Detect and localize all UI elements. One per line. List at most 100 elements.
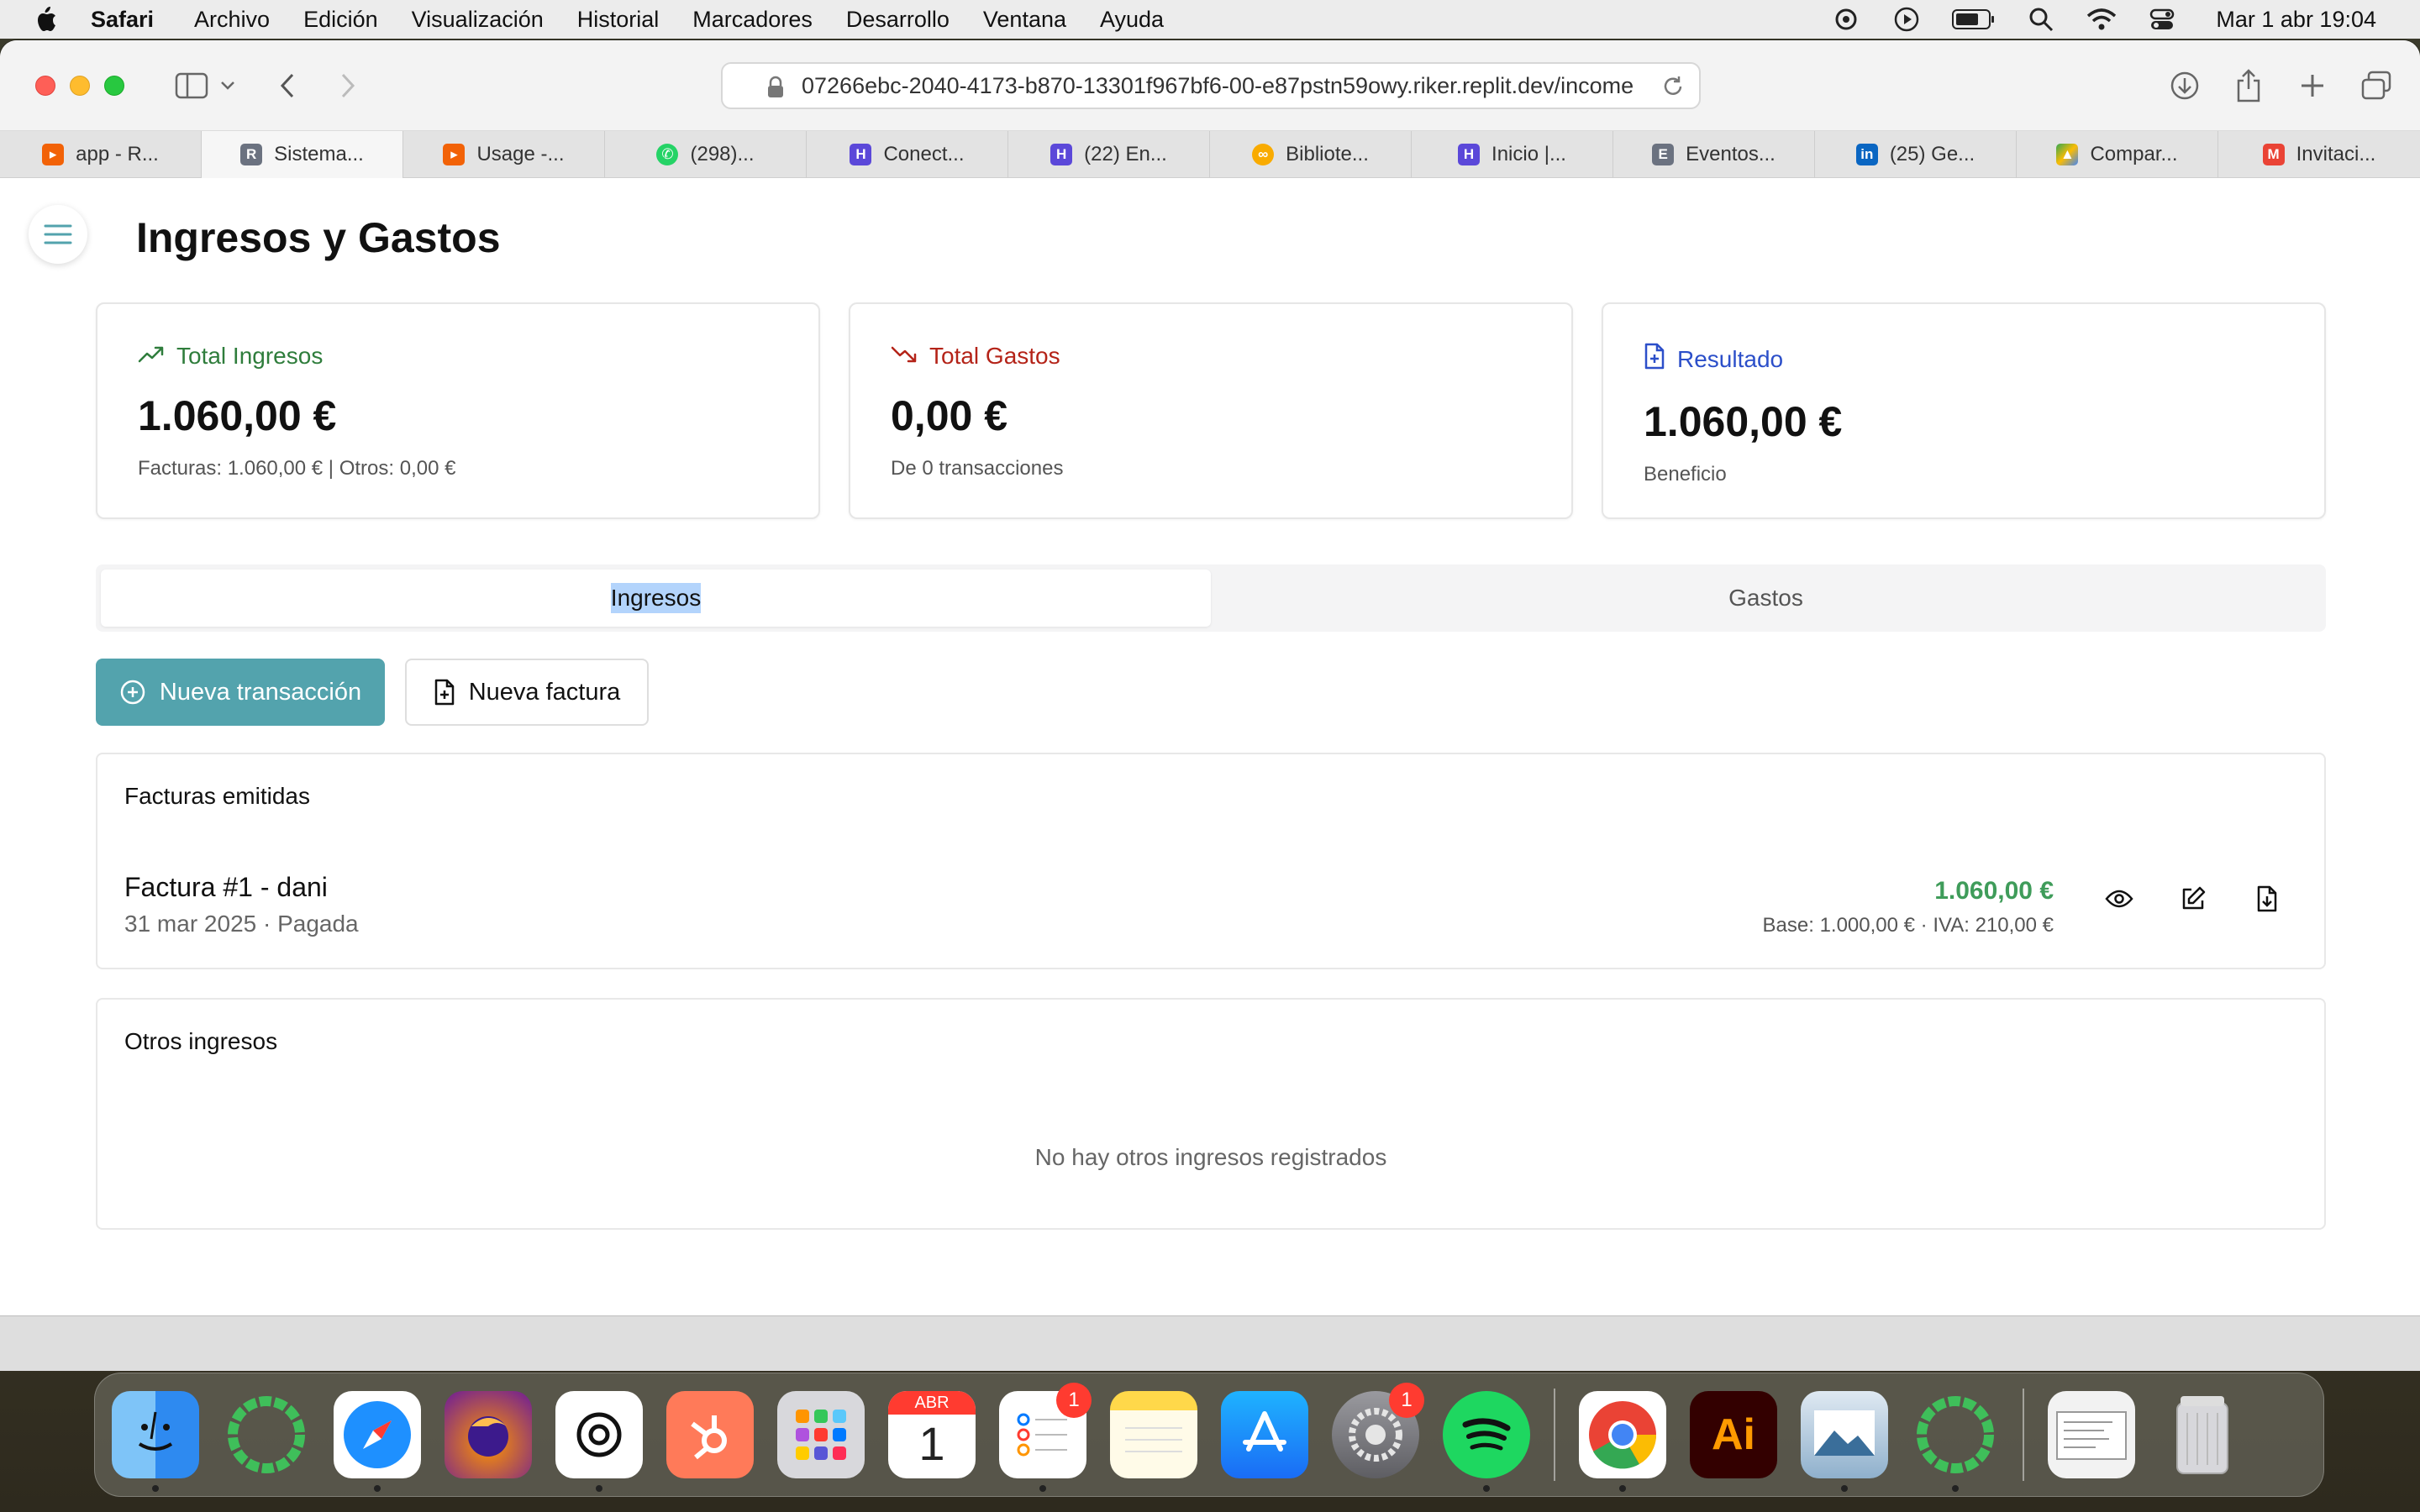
browser-tab[interactable]: H (22) En... [1008,131,1210,178]
card-subtext: De 0 transacciones [891,457,1064,480]
tab-label: Gastos [1728,585,1803,611]
safari-icon[interactable] [334,1391,421,1492]
app-store-icon[interactable] [1221,1391,1308,1478]
new-transaction-button[interactable]: Nueva transacción [96,659,385,726]
tab-label: (25) Ge... [1889,143,1975,165]
url-text[interactable]: 07266ebc-2040-4173-b870-13301f967bf6-00-… [802,73,1642,99]
sidebar-toggle-icon[interactable] [168,62,215,109]
chatgpt-menu-icon[interactable] [1831,4,1861,34]
menu-ventana[interactable]: Ventana [983,7,1066,33]
running-indicator [596,1485,602,1492]
tab-overview-icon[interactable] [2353,62,2400,109]
menu-desarrollo[interactable]: Desarrollo [846,7,950,33]
system-settings-icon[interactable]: 1 [1332,1383,1424,1478]
minimize-window-button[interactable] [70,75,90,96]
menu-edicion[interactable]: Edición [303,7,378,33]
window-controls [35,75,124,96]
running-indicator [1952,1485,1959,1492]
new-invoice-button[interactable]: Nueva factura [405,659,649,726]
running-indicator [1841,1485,1848,1492]
menu-historial[interactable]: Historial [577,7,660,33]
browser-tab[interactable]: E Eventos... [1613,131,1815,178]
browser-tab[interactable]: ▸ app - R... [0,131,202,178]
browser-tab[interactable]: M Invitaci... [2218,131,2420,178]
other-income-section: Otros ingresos No hay otros ingresos reg… [96,998,2326,1230]
running-indicator [1619,1485,1626,1492]
colab-icon: ∞ [1252,144,1275,165]
menu-marcadores[interactable]: Marcadores [692,7,813,33]
section-title: Otros ingresos [124,1028,278,1054]
tab-label: app - R... [76,143,159,165]
document-stack-icon[interactable] [2048,1391,2135,1478]
running-indicator [374,1485,381,1492]
spotify-icon[interactable] [1443,1391,1530,1492]
control-center-icon[interactable] [2147,4,2177,34]
reload-icon[interactable] [1660,74,1686,105]
browser-tab-active[interactable]: R Sistema... [202,131,403,178]
fullscreen-window-button[interactable] [104,75,124,96]
browser-tab[interactable]: ∞ Bibliote... [1210,131,1412,178]
browser-tab[interactable]: ✆ (298)... [605,131,807,178]
e-letter-icon: E [1652,144,1675,165]
browser-tab[interactable]: in (25) Ge... [1815,131,2017,178]
toolbar-right-actions [2161,62,2400,109]
plus-circle-icon [120,680,145,705]
launchpad-icon[interactable] [777,1391,865,1478]
trash-icon[interactable] [2159,1391,2246,1478]
apple-icon[interactable] [0,6,91,33]
menu-app-name[interactable]: Safari [91,7,154,33]
ring-app-icon[interactable] [1912,1391,1999,1492]
button-label: Nueva transacción [159,678,362,706]
browser-tab[interactable]: ▲ Compar... [2017,131,2218,178]
browser-tab[interactable]: ▸ Usage -... [403,131,605,178]
menu-toggle-button[interactable] [29,205,87,264]
google-drive-icon: ▲ [2056,144,2079,165]
chevron-down-icon[interactable] [215,62,240,109]
forward-arrow-icon[interactable] [324,62,371,109]
calendar-icon[interactable]: ABR 1 [888,1391,976,1478]
close-window-button[interactable] [35,75,55,96]
play-icon[interactable] [1891,4,1922,34]
menu-ayuda[interactable]: Ayuda [1100,7,1164,33]
finder-icon[interactable] [112,1391,199,1492]
file-plus-icon [434,679,454,706]
chatgpt-icon[interactable] [555,1391,643,1492]
wifi-icon[interactable] [2086,4,2117,34]
tab-label: (22) En... [1084,143,1167,165]
hubspot-icon[interactable] [666,1391,754,1478]
button-label: Nueva factura [468,678,621,706]
gmail-icon: M [2262,144,2285,165]
ring-app-icon[interactable] [223,1391,310,1478]
menu-archivo[interactable]: Archivo [194,7,270,33]
tab-gastos[interactable]: Gastos [1211,570,2321,627]
browser-tab[interactable]: H Conect... [807,131,1008,178]
section-title: Facturas emitidas [124,783,310,809]
illustrator-icon[interactable]: Ai [1690,1391,1777,1478]
chrome-icon[interactable] [1579,1391,1666,1492]
address-bar[interactable]: 07266ebc-2040-4173-b870-13301f967bf6-00-… [721,62,1701,109]
card-value: 1.060,00 € [1644,398,1843,445]
edit-icon[interactable] [2178,884,2208,914]
firefox-icon[interactable] [445,1391,532,1478]
browser-tab[interactable]: H Inicio |... [1412,131,1613,178]
tab-label: Invitaci... [2296,143,2376,165]
result-card: Resultado 1.060,00 € Beneficio [1602,302,2326,519]
notes-icon[interactable] [1110,1391,1197,1478]
tab-label: (298)... [690,143,755,165]
new-tab-plus-icon[interactable] [2289,62,2336,109]
preview-icon[interactable] [1801,1391,1888,1492]
share-icon[interactable] [2225,62,2272,109]
tab-label: Compar... [2090,143,2178,165]
tab-ingresos[interactable]: Ingresos [101,570,1211,627]
eye-icon[interactable] [2104,884,2134,914]
spotlight-search-icon[interactable] [2026,4,2056,34]
invoice-tax-detail: Base: 1.000,00 € · IVA: 210,00 € [1762,914,2054,937]
menu-clock[interactable]: Mar 1 abr 19:04 [2216,7,2376,33]
downloads-icon[interactable] [2161,62,2208,109]
download-file-icon[interactable] [2252,884,2282,914]
menu-visualizacion[interactable]: Visualización [412,7,544,33]
battery-icon[interactable] [1952,4,1996,34]
back-arrow-icon[interactable] [264,62,311,109]
reminders-icon[interactable]: 1 [999,1383,1092,1492]
r-letter-icon: R [240,144,263,165]
